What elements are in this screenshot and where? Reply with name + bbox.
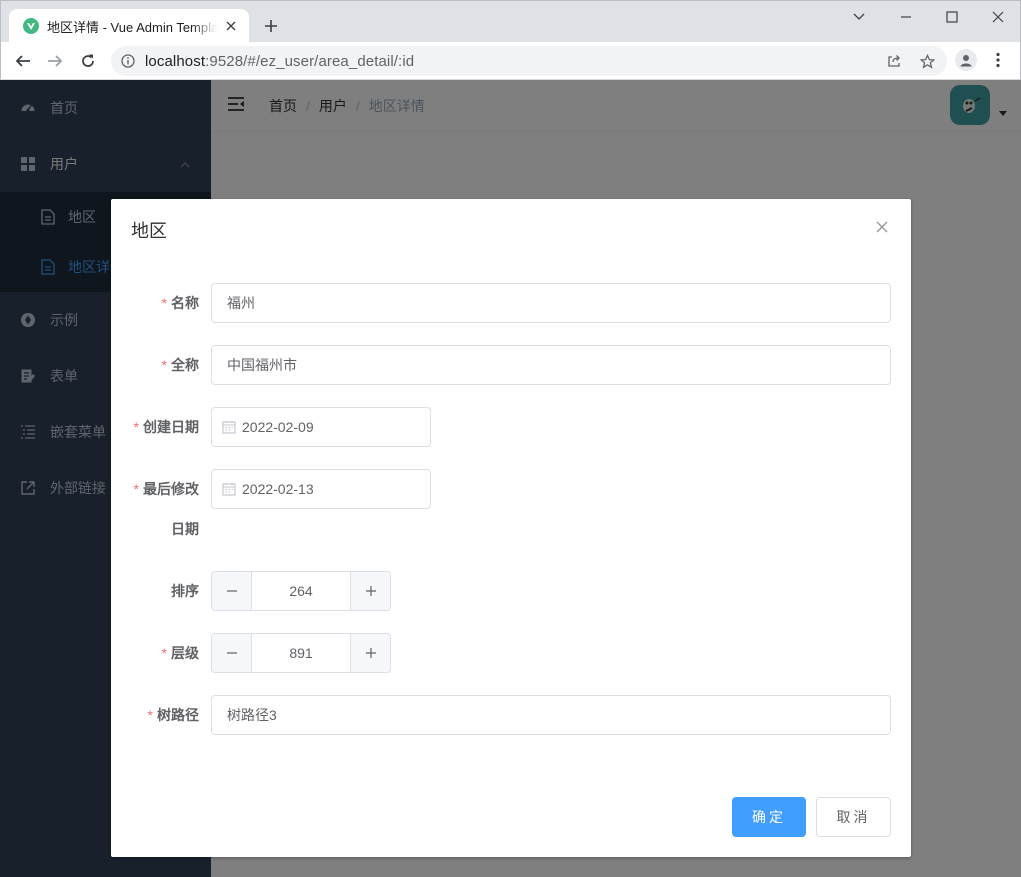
browser-tab-strip: 地区详情 - Vue Admin Template bbox=[0, 0, 1021, 43]
back-arrow-icon[interactable] bbox=[13, 51, 33, 71]
sort-value[interactable]: 264 bbox=[252, 572, 350, 610]
minimize-icon[interactable] bbox=[883, 6, 929, 28]
maximize-icon[interactable] bbox=[929, 6, 975, 28]
calendar-icon bbox=[222, 482, 236, 496]
level-label: * 层级 bbox=[161, 645, 199, 661]
full-name-input[interactable]: 中国福州市 bbox=[211, 345, 891, 385]
browser-menu-icon[interactable] bbox=[990, 50, 1006, 70]
vue-favicon-icon bbox=[23, 18, 39, 34]
url-host: localhost bbox=[145, 52, 206, 70]
new-tab-icon[interactable] bbox=[261, 16, 281, 36]
tree-path-input[interactable]: 树路径3 bbox=[211, 695, 891, 735]
level-value[interactable]: 891 bbox=[252, 634, 350, 672]
created-date-picker[interactable]: 2022-02-09 bbox=[211, 407, 431, 447]
url-omnibox[interactable]: localhost:9528/#/ez_user/area_detail/:id bbox=[111, 46, 947, 76]
url-text: localhost:9528/#/ez_user/area_detail/:id bbox=[145, 53, 414, 70]
area-dialog: 地区 * 名称 福州 * 全称 中国福州市 * 创建日期 2022-02-09 * 最后… bbox=[111, 199, 911, 857]
tab-title: 地区详情 - Vue Admin Template bbox=[47, 19, 217, 35]
sort-number-input: 264 bbox=[211, 571, 391, 611]
profile-avatar-icon[interactable] bbox=[955, 49, 977, 71]
plus-icon[interactable] bbox=[350, 572, 390, 610]
window-close-icon[interactable] bbox=[975, 6, 1021, 28]
modified-date-picker[interactable]: 2022-02-13 bbox=[211, 469, 431, 509]
address-bar: localhost:9528/#/ez_user/area_detail/:id bbox=[0, 42, 1021, 80]
calendar-icon bbox=[222, 420, 236, 434]
full-name-label: * 全称 bbox=[161, 357, 199, 373]
created-date-label: * 创建日期 bbox=[133, 419, 199, 435]
url-path: :9528/#/ez_user/area_detail/:id bbox=[205, 52, 415, 70]
cancel-button[interactable]: 取消 bbox=[816, 797, 891, 837]
sort-label: 排序 bbox=[171, 583, 199, 599]
plus-icon[interactable] bbox=[350, 634, 390, 672]
chevron-down-icon[interactable] bbox=[836, 6, 882, 28]
name-label: * 名称 bbox=[161, 295, 199, 311]
share-icon[interactable] bbox=[886, 53, 902, 69]
name-input[interactable]: 福州 bbox=[211, 283, 891, 323]
modified-date-label-line2: 日期 bbox=[171, 521, 199, 537]
reload-icon[interactable] bbox=[78, 51, 98, 71]
modified-date-label: * 最后修改 bbox=[133, 481, 199, 497]
close-icon[interactable] bbox=[875, 220, 889, 234]
tree-path-label: * 树路径 bbox=[147, 707, 199, 723]
minus-icon[interactable] bbox=[212, 572, 252, 610]
dialog-title: 地区 bbox=[131, 221, 167, 241]
minus-icon[interactable] bbox=[212, 634, 252, 672]
site-info-icon[interactable] bbox=[121, 54, 135, 68]
bookmark-star-icon[interactable] bbox=[919, 53, 935, 69]
confirm-button[interactable]: 确定 bbox=[732, 797, 806, 837]
tab-close-icon[interactable] bbox=[223, 18, 239, 34]
level-number-input: 891 bbox=[211, 633, 391, 673]
browser-tab[interactable]: 地区详情 - Vue Admin Template bbox=[9, 9, 249, 43]
forward-arrow-icon[interactable] bbox=[45, 51, 65, 71]
